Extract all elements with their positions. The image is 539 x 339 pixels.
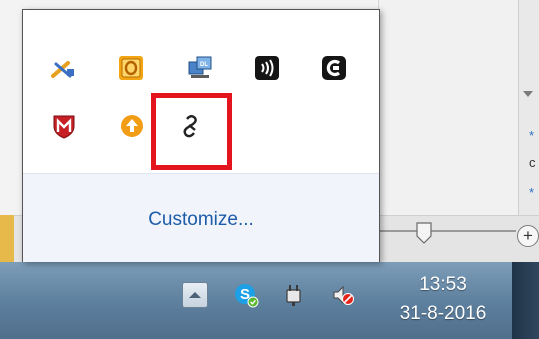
office-orange-icon[interactable] (118, 55, 144, 81)
zoom-slider-thumb[interactable] (416, 222, 432, 244)
zoom-slider-track[interactable] (378, 230, 516, 232)
volume-muted-icon (333, 285, 354, 305)
taskbar-clock[interactable]: 13:53 31-8-2016 (380, 270, 506, 332)
side-mark: * (529, 185, 535, 200)
background-pane (378, 0, 519, 215)
customize-link[interactable]: Customize... (23, 209, 379, 231)
status-bar-edge (0, 215, 14, 262)
creative-c-icon[interactable] (321, 55, 347, 81)
skype-icon: S (235, 284, 259, 308)
highlight-box (151, 93, 232, 170)
clock-time: 13:53 (419, 274, 467, 295)
clock-date: 31-8-2016 (399, 303, 487, 324)
tray-overflow-flyout: DL Customize... (22, 9, 380, 262)
svg-text:DL: DL (200, 62, 208, 68)
zoom-in-button[interactable]: + (517, 225, 539, 247)
skype-tray-button[interactable]: S (233, 282, 259, 308)
power-tray-button[interactable] (281, 282, 307, 308)
side-mark: * (529, 128, 535, 143)
show-desktop-button[interactable] (512, 262, 539, 339)
bluetooth-pen-icon[interactable] (50, 56, 76, 82)
mcafee-shield-icon[interactable] (51, 113, 77, 139)
wireless-audio-icon[interactable] (254, 55, 280, 81)
scroll-down-arrow-icon[interactable] (523, 91, 533, 97)
network-dl-icon[interactable]: DL (187, 55, 213, 81)
power-plug-icon (286, 285, 301, 306)
chevron-up-icon (189, 292, 201, 298)
flyout-footer: Customize... (23, 173, 379, 262)
volume-tray-button[interactable] (330, 282, 356, 308)
side-mark: c (529, 155, 536, 170)
update-arrow-icon[interactable] (119, 113, 145, 139)
vertical-scrollbar[interactable] (518, 0, 539, 215)
show-hidden-icons-button[interactable] (182, 282, 208, 308)
